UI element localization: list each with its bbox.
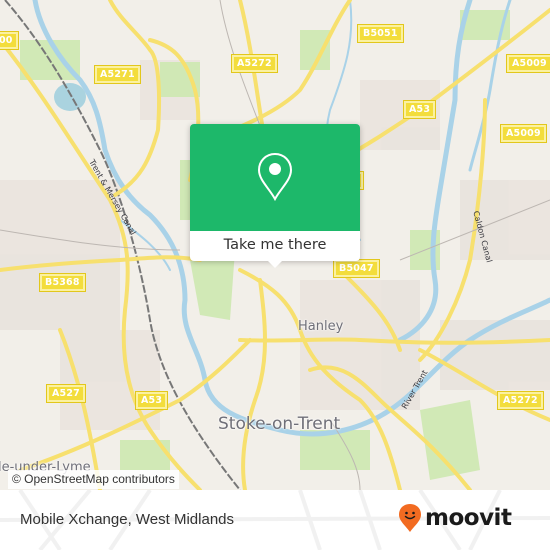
take-me-there-button[interactable]: Take me there [190, 231, 360, 261]
moovit-smiley-pin-icon [399, 504, 421, 532]
map-attribution[interactable]: © OpenStreetMap contributors [8, 470, 179, 489]
road-label-b5368: B5368 [39, 273, 86, 292]
road-label-a5272: A5272 [231, 54, 278, 73]
road-label-a500: 00 [0, 31, 19, 50]
road-label-a5271: A5271 [94, 65, 141, 84]
road-label-a5272: A5272 [497, 391, 544, 410]
location-pin-icon [257, 152, 293, 202]
moovit-logo[interactable]: moovit [398, 503, 512, 533]
road-label-b5047: B5047 [333, 259, 380, 278]
road-label-a53: A53 [402, 100, 437, 119]
location-title: Mobile Xchange, West Midlands [20, 511, 234, 528]
popup-header[interactable] [190, 124, 360, 231]
moovit-wordmark: moovit [425, 505, 512, 531]
popup-pointer [267, 260, 283, 268]
road-label-a5009: A5009 [500, 124, 547, 143]
location-popup[interactable]: Take me there [190, 124, 360, 268]
road-label-b5051: B5051 [357, 24, 404, 43]
place-label-stoke-on-trent: Stoke-on-Trent [218, 414, 341, 434]
footer-bar: Mobile Xchange, West Midlands moovit [0, 490, 550, 550]
road-label-a5009: A5009 [506, 54, 550, 73]
place-label-hanley: Hanley [298, 319, 344, 334]
road-label-a53: A53 [134, 391, 169, 410]
map-view[interactable]: 00 A5271 A5272 B5051 A5009 A53 A5009 B53… [0, 0, 550, 490]
road-label-a527: A527 [46, 384, 86, 403]
